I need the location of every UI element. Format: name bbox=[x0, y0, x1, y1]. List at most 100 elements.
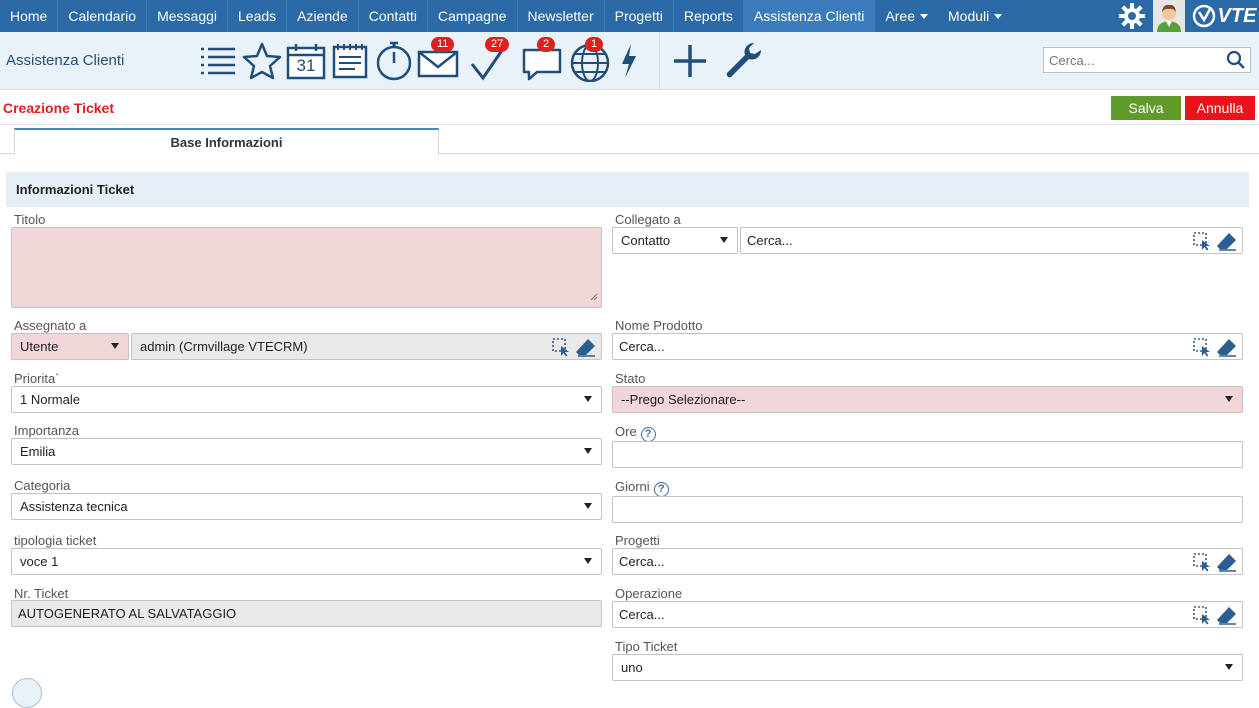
nr-ticket-field: AUTOGENERATO AL SALVATAGGIO bbox=[11, 600, 602, 627]
nav-item-newsletter[interactable]: Newsletter bbox=[518, 0, 605, 32]
ore-label: Ore bbox=[615, 424, 637, 439]
module-title: Assistenza Clienti bbox=[6, 52, 125, 69]
top-navigation-bar: Home Calendario Messaggi Leads Aziende C… bbox=[0, 0, 1259, 32]
nav-item-assistenza-clienti[interactable]: Assistenza Clienti bbox=[743, 0, 876, 32]
mail-badge: 11 bbox=[431, 37, 455, 52]
nav-item-home[interactable]: Home bbox=[0, 0, 59, 32]
check-icon[interactable]: 27 bbox=[467, 37, 510, 82]
eraser-icon[interactable] bbox=[1216, 231, 1238, 254]
plus-icon[interactable] bbox=[669, 40, 711, 82]
progetti-field[interactable]: Cerca... bbox=[612, 548, 1243, 575]
nav-item-aree-label: Aree bbox=[885, 8, 915, 24]
section-title: Informazioni Ticket bbox=[16, 182, 135, 197]
timer-icon[interactable] bbox=[373, 40, 415, 82]
nav-item-moduli[interactable]: Moduli bbox=[938, 0, 1012, 32]
calendar-icon[interactable]: 31 bbox=[285, 40, 327, 82]
assegnato-a-field[interactable]: admin (Crmvillage VTECRM) bbox=[131, 333, 602, 360]
operazione-value: Cerca... bbox=[619, 607, 665, 622]
nav-item-campagne[interactable]: Campagne bbox=[428, 0, 518, 32]
eraser-icon[interactable] bbox=[575, 337, 597, 360]
nav-item-progetti[interactable]: Progetti bbox=[605, 0, 674, 32]
field-actions bbox=[551, 337, 597, 360]
ore-label-wrap: Ore? bbox=[615, 424, 656, 442]
chevron-down-icon bbox=[584, 396, 592, 402]
check-badge: 27 bbox=[485, 37, 510, 52]
categoria-select[interactable]: Assistenza tecnica bbox=[11, 493, 602, 520]
wrench-icon[interactable] bbox=[721, 40, 763, 82]
tipo-ticket-value: uno bbox=[621, 660, 643, 675]
page-header: Creazione Ticket Salva Annulla bbox=[0, 90, 1259, 125]
importanza-select[interactable]: Emilia bbox=[11, 438, 602, 465]
save-button[interactable]: Salva bbox=[1111, 96, 1181, 120]
chevron-down-icon bbox=[1225, 664, 1233, 670]
chat-badge: 2 bbox=[537, 37, 556, 52]
select-pointer-icon[interactable] bbox=[1192, 552, 1212, 575]
collegato-a-search-field[interactable]: Cerca... bbox=[740, 227, 1243, 254]
nav-item-messaggi[interactable]: Messaggi bbox=[147, 0, 228, 32]
ore-input[interactable] bbox=[612, 441, 1243, 468]
select-pointer-icon[interactable] bbox=[1192, 605, 1212, 628]
notes-icon[interactable] bbox=[329, 40, 371, 82]
stato-value: --Prego Selezionare-- bbox=[621, 392, 746, 407]
global-search-input[interactable] bbox=[1044, 48, 1214, 72]
categoria-label: Categoria bbox=[14, 478, 71, 493]
collegato-a-search-value: Cerca... bbox=[747, 233, 793, 248]
giorni-label: Giorni bbox=[615, 479, 650, 494]
nav-item-aziende[interactable]: Aziende bbox=[287, 0, 359, 32]
priorita-label: Priorita` bbox=[14, 371, 60, 386]
gear-icon[interactable] bbox=[1115, 0, 1149, 32]
collegato-a-type-select[interactable]: Contatto bbox=[612, 227, 738, 254]
resize-grip-icon[interactable] bbox=[590, 289, 598, 304]
lightning-icon[interactable] bbox=[614, 40, 644, 82]
user-avatar-icon[interactable] bbox=[1149, 0, 1189, 32]
collegato-a-type-value: Contatto bbox=[621, 233, 671, 248]
page-title: Creazione Ticket bbox=[3, 100, 115, 116]
globe-icon[interactable]: 1 bbox=[569, 37, 611, 83]
select-pointer-icon[interactable] bbox=[1192, 337, 1212, 360]
list-icon[interactable] bbox=[197, 40, 239, 82]
tipologia-ticket-value: voce 1 bbox=[20, 554, 59, 569]
field-actions bbox=[1192, 231, 1238, 254]
nav-item-calendario[interactable]: Calendario bbox=[58, 0, 148, 32]
nav-item-contatti[interactable]: Contatti bbox=[359, 0, 428, 32]
select-pointer-icon[interactable] bbox=[551, 337, 571, 360]
eraser-icon[interactable] bbox=[1216, 552, 1238, 575]
tipo-ticket-select[interactable]: uno bbox=[612, 654, 1243, 681]
top-right-icons: VTE bbox=[1115, 0, 1259, 32]
select-pointer-icon[interactable] bbox=[1192, 231, 1212, 254]
vte-logo-text: VTE bbox=[1217, 4, 1257, 27]
floating-action-button[interactable] bbox=[12, 678, 42, 708]
priorita-select[interactable]: 1 Normale bbox=[11, 386, 602, 413]
assegnato-a-value: admin (Crmvillage VTECRM) bbox=[140, 339, 308, 354]
assegnato-a-type-select[interactable]: Utente bbox=[11, 333, 129, 360]
eraser-icon[interactable] bbox=[1216, 337, 1238, 360]
nome-prodotto-label: Nome Prodotto bbox=[615, 318, 703, 333]
star-icon[interactable] bbox=[241, 40, 283, 82]
chevron-down-icon bbox=[720, 237, 728, 243]
giorni-input[interactable] bbox=[612, 496, 1243, 523]
field-actions bbox=[1192, 337, 1238, 360]
nav-item-reports[interactable]: Reports bbox=[674, 0, 744, 32]
help-icon[interactable]: ? bbox=[653, 482, 669, 497]
nome-prodotto-field[interactable]: Cerca... bbox=[612, 333, 1243, 360]
search-icon[interactable] bbox=[1226, 50, 1246, 73]
cancel-button[interactable]: Annulla bbox=[1185, 96, 1255, 120]
help-icon[interactable]: ? bbox=[640, 427, 656, 442]
eraser-icon[interactable] bbox=[1216, 605, 1238, 628]
importanza-value: Emilia bbox=[20, 444, 56, 459]
nav-item-moduli-label: Moduli bbox=[948, 8, 990, 24]
tipologia-ticket-select[interactable]: voce 1 bbox=[11, 548, 602, 575]
titolo-textarea[interactable] bbox=[11, 227, 602, 308]
module-toolbar: Assistenza Clienti 31 11 27 2 1 Cerca... bbox=[0, 32, 1259, 90]
stato-select[interactable]: --Prego Selezionare-- bbox=[612, 386, 1243, 413]
nav-item-leads[interactable]: Leads bbox=[228, 0, 288, 32]
chat-icon[interactable]: 2 bbox=[521, 37, 563, 82]
operazione-field[interactable]: Cerca... bbox=[612, 601, 1243, 628]
tab-base-informazioni[interactable]: Base Informazioni bbox=[14, 128, 439, 155]
categoria-value: Assistenza tecnica bbox=[20, 499, 128, 514]
chevron-down-icon bbox=[584, 448, 592, 454]
mail-icon[interactable]: 11 bbox=[417, 37, 459, 82]
vte-logo-icon[interactable]: VTE bbox=[1189, 0, 1259, 32]
section-header: Informazioni Ticket bbox=[6, 172, 1249, 207]
nav-item-aree[interactable]: Aree bbox=[875, 0, 938, 32]
